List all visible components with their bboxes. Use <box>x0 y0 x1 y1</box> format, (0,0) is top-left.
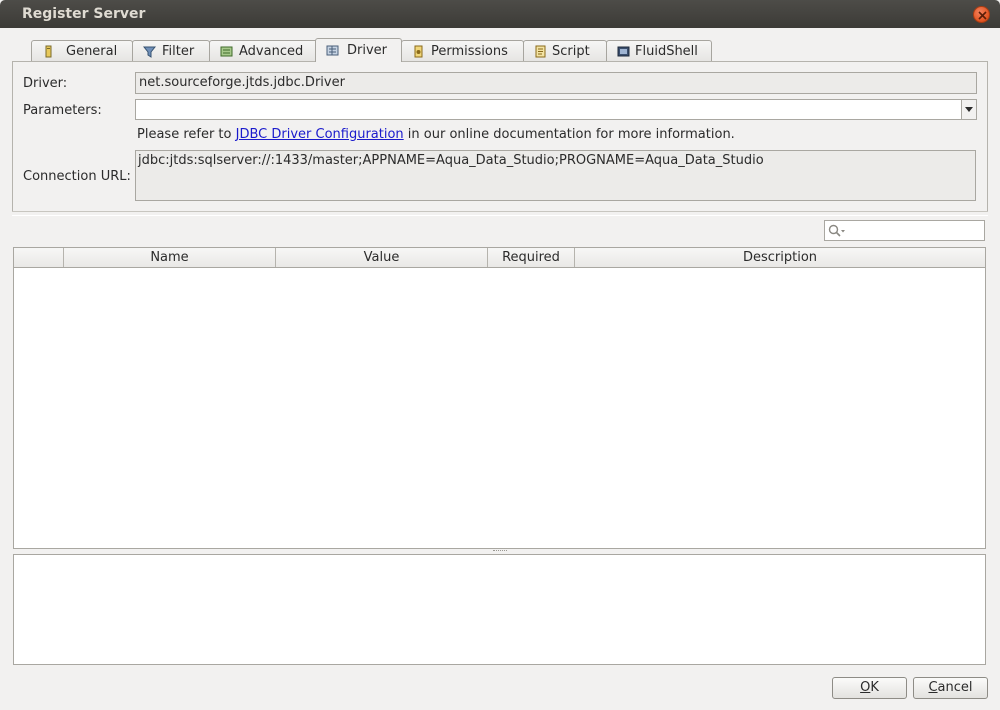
permissions-icon <box>414 45 423 58</box>
info-suffix: in our online documentation for more inf… <box>403 127 735 142</box>
column-header-name[interactable]: Name <box>64 248 276 267</box>
tab-script[interactable]: Script <box>523 40 607 61</box>
close-button[interactable] <box>973 6 990 23</box>
info-prefix: Please refer to <box>137 127 236 142</box>
tab-label: Script <box>552 44 590 59</box>
cancel-mnemonic: C <box>928 680 938 695</box>
title-bar: Register Server <box>0 0 1000 28</box>
column-header-description[interactable]: Description <box>575 248 985 267</box>
info-text: Please refer to JDBC Driver Configuratio… <box>137 127 735 142</box>
ok-label-rest: K <box>870 680 879 695</box>
tab-permissions[interactable]: Permissions <box>401 40 524 61</box>
jdbc-doc-link[interactable]: JDBC Driver Configuration <box>236 127 404 142</box>
parameters-label: Parameters: <box>23 103 102 118</box>
tab-driver[interactable]: Driver <box>315 38 402 62</box>
driver-icon <box>326 45 339 56</box>
tab-label: Driver <box>347 43 388 58</box>
ok-mnemonic: O <box>860 680 871 695</box>
cancel-button[interactable]: Cancel <box>913 677 988 699</box>
filter-icon <box>143 46 156 58</box>
tab-general[interactable]: General <box>31 40 133 61</box>
fluidshell-icon <box>617 46 630 57</box>
table-header: Name Value Required Description <box>14 248 985 268</box>
general-icon <box>45 45 52 58</box>
grip-icon <box>493 550 507 553</box>
tab-label: Permissions <box>431 44 508 59</box>
chevron-down-icon <box>965 107 973 112</box>
tab-label: Filter <box>162 44 195 59</box>
tab-label: Advanced <box>239 44 304 59</box>
cancel-label-rest: ancel <box>937 680 973 695</box>
connection-url-field[interactable]: jdbc:jtds:sqlserver://:1433/master;APPNA… <box>135 150 976 201</box>
tab-fluidshell[interactable]: FluidShell <box>606 40 712 61</box>
connection-url-label: Connection URL: <box>23 169 131 184</box>
advanced-icon <box>220 46 233 57</box>
tab-advanced[interactable]: Advanced <box>209 40 319 61</box>
tab-filter[interactable]: Filter <box>132 40 210 61</box>
search-box[interactable] <box>824 220 985 241</box>
search-icon <box>828 224 845 237</box>
ok-button[interactable]: OK <box>832 677 907 699</box>
driver-field[interactable]: net.sourceforge.jtds.jdbc.Driver <box>135 72 977 94</box>
search-input[interactable] <box>847 222 981 239</box>
tab-strip: General Filter Advanced Driver Permissio… <box>0 38 1000 62</box>
driver-label: Driver: <box>23 76 68 91</box>
parameters-dropdown-button[interactable] <box>961 100 976 119</box>
tab-label: FluidShell <box>635 44 698 59</box>
properties-table[interactable]: Name Value Required Description <box>13 247 986 549</box>
column-header-required[interactable]: Required <box>488 248 575 267</box>
parameters-combo[interactable] <box>135 99 977 120</box>
column-header-index[interactable] <box>14 248 64 267</box>
separator <box>12 211 988 216</box>
close-icon <box>978 11 987 20</box>
tab-label: General <box>66 44 118 59</box>
column-header-value[interactable]: Value <box>276 248 488 267</box>
script-icon <box>535 45 546 58</box>
window-title: Register Server <box>22 6 146 22</box>
description-panel <box>13 554 986 665</box>
